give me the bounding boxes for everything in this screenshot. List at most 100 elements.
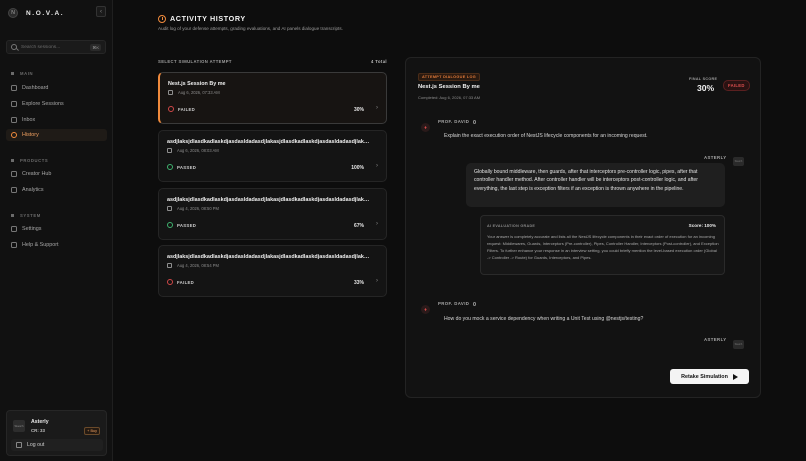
sidebar-item-label: Explore Sessions [22,101,64,107]
search-box[interactable]: ⌘K [6,40,106,54]
calendar-icon [167,263,172,268]
logout-label: Log out [27,442,45,448]
answer-bubble: Globally bound middleware, then guards, … [466,163,725,207]
calendar-icon [167,148,172,153]
sidebar-item-creator-hub[interactable]: Creator Hub [6,168,107,180]
attempt-date: Aug 4, 2026, 08:50 PM [167,206,219,211]
microphone-icon [473,301,477,306]
professor-avatar: ♦ [421,305,430,314]
buy-credits-button[interactable]: + Buy [84,427,100,435]
asterly-avatar: Sketch [733,340,744,349]
sidebar-item-settings[interactable]: Settings [6,223,107,235]
speaker-name: PROF. DAVID [438,119,470,124]
professor-icon: ♦ [424,124,427,131]
shortcut-badge: ⌘K [90,43,101,51]
sidebar-item-label: Analytics [22,187,44,193]
attempt-score: 33% [353,280,364,286]
calendar-icon [167,206,172,211]
evaluation-card: AI EVALUATION GRADE Score: 100% Your ans… [480,215,725,275]
help-icon [11,242,17,248]
clock-icon [11,132,17,138]
evaluation-text: Your answer is completely accurate and l… [487,234,719,261]
chevron-right-icon: › [376,163,378,169]
evaluation-score: Score: 100% [688,223,716,228]
inbox-icon [11,117,17,123]
sidebar-item-inbox[interactable]: Inbox [6,114,107,126]
sidebar-item-label: Creator Hub [22,171,52,177]
sidebar-item-analytics[interactable]: Analytics [6,184,107,196]
sidebar-item-label: History [22,132,39,138]
final-score: 30% [697,83,715,93]
attempt-date-text: Aug 4, 2026, 08:54 PM [177,263,219,268]
page-subtitle: Audit log of your defense attempts, grad… [158,26,343,31]
chevron-right-icon: › [376,221,378,227]
attempt-card[interactable]: asdjlaksjdlasdkadlaskdjasdasldadasdjlaka… [158,130,387,182]
sidebar-item-label: Help & Support [22,242,59,248]
page-title: ACTIVITY HISTORY [158,14,246,23]
status-badge: FAILED [167,279,194,285]
logout-icon [16,442,22,448]
attempts-header: SELECT SIMULATION ATTEMPT 4 Total [158,59,387,64]
compass-icon [11,101,17,107]
fail-icon [168,106,174,112]
attempt-score: 100% [351,165,364,171]
section-label-text: MAIN [20,71,34,76]
speaker-asterly: ASTERLY [704,337,727,342]
user-credits: CR: 33 [31,428,45,433]
user-name: Asterly [31,419,49,425]
sidebar-item-history[interactable]: History [6,129,107,141]
sidebar-item-dashboard[interactable]: Dashboard [6,82,107,94]
clock-icon [158,14,166,23]
attempt-title: Nest.js Session By me [168,81,226,87]
sidebar-item-explore-sessions[interactable]: Explore Sessions [6,98,107,110]
sidebar-item-label: Inbox [22,117,36,123]
section-label-text: SYSTEM [20,213,41,218]
section-label-text: PRODUCTS [20,158,49,163]
check-icon [167,222,173,228]
status-badge: PASSED [167,222,196,228]
gear-icon [11,226,17,232]
brand-name: N.O.V.A. [26,9,65,17]
section-label-main: MAIN [11,71,33,76]
sidebar-item-label: Dashboard [22,85,49,91]
attempt-card[interactable]: asdjlaksjdlasdkadlaskdjasdasldadasdjlaka… [158,245,387,297]
evaluation-label: AI EVALUATION GRADE [487,224,536,228]
collapse-sidebar-button[interactable]: ‹ [96,6,106,17]
logout-button[interactable]: Log out [11,439,103,451]
attempt-card[interactable]: asdjlaksjdlasdkadlaskdjasdasldadasdjlaka… [158,188,387,240]
attempt-card[interactable]: Nest.js Session By me Aug 6, 2026, 07:33… [158,72,387,124]
detail-title: Nest.js Session By me [418,84,480,90]
professor-avatar: ♦ [421,123,430,132]
section-marker-icon [11,214,14,217]
play-icon [732,373,738,380]
status-text: PASSED [177,222,197,228]
section-label-system: SYSTEM [11,213,41,218]
professor-icon: ♦ [424,306,427,313]
status-badge: FAILED [168,106,195,112]
attempt-date-text: Aug 4, 2026, 08:50 PM [177,206,219,211]
attempts-total: 4 Total [371,59,387,64]
speaker-professor: PROF. DAVID [438,119,477,124]
status-text: FAILED [177,279,195,285]
hub-icon [11,171,17,177]
attempt-date-text: Aug 6, 2026, 07:33 AM [178,90,220,95]
analytics-icon [11,187,17,193]
section-marker-icon [11,72,14,75]
search-input[interactable] [21,44,91,50]
chevron-right-icon: › [376,278,378,284]
search-icon [11,44,17,50]
brand-logo: N [8,8,18,18]
status-text: FAILED [178,106,196,112]
dialogue-log-badge: ATTEMPT DIALOGUE LOG [418,73,481,81]
user-card: Sketch Asterly CR: 33 + Buy Log out [6,410,107,456]
section-marker-icon [11,159,14,162]
sidebar-item-help[interactable]: Help & Support [6,239,107,251]
sidebar-item-label: Settings [22,226,42,232]
chevron-right-icon: › [376,105,378,111]
final-score-label: FINAL SCORE [689,77,718,81]
speaker-name: PROF. DAVID [438,301,470,306]
question-text: How do you mock a service dependency whe… [444,316,644,322]
brand: N N.O.V.A. ‹ [8,6,106,20]
avatar: Sketch [13,420,25,432]
retake-simulation-button[interactable]: Retake Simulation [670,369,749,384]
